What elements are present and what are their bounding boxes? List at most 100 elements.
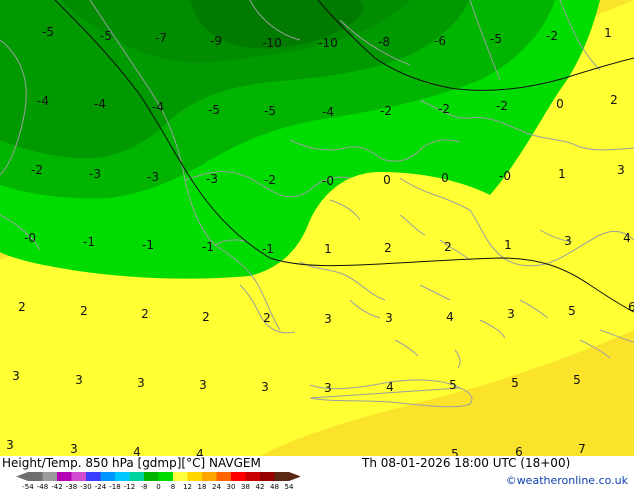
valid-time: Th 08-01-2026 18:00 UTC (18+00) <box>362 456 571 470</box>
temperature-label: 5 <box>449 378 457 392</box>
scale-swatch <box>173 472 188 481</box>
temperature-label: 4 <box>446 310 454 324</box>
scale-swatch <box>86 472 101 481</box>
temperature-label: -1 <box>262 242 274 256</box>
scale-label: 48 <box>270 483 279 490</box>
temperature-label: 3 <box>261 380 269 394</box>
temperature-label: 1 <box>504 238 512 252</box>
temperature-label: -0 <box>322 174 334 188</box>
scale-label: 42 <box>256 483 265 490</box>
scale-swatch <box>71 472 86 481</box>
temperature-label: 3 <box>199 378 207 392</box>
temperature-label: 3 <box>617 163 625 177</box>
scale-label: -42 <box>51 483 62 490</box>
scale-swatch <box>231 472 246 481</box>
temperature-label: -2 <box>264 173 276 187</box>
temperature-label: -4 <box>37 94 49 108</box>
temperature-label: -0 <box>499 169 511 183</box>
temperature-label: 3 <box>564 234 572 248</box>
temperature-label: 5 <box>511 376 519 390</box>
scale-label: -54 <box>22 483 34 490</box>
scale-swatch <box>260 472 275 481</box>
scale-swatch <box>100 472 115 481</box>
temperature-label: 4 <box>196 447 204 456</box>
temperature-label: -6 <box>434 34 446 48</box>
temperature-field-map: -5 -5 -7 -9 -10 -10 -8 -6 -5 -2 1-4 -4 -4 -5 -5 -4 -2 -2-… <box>0 0 634 456</box>
scale-label: -48 <box>37 483 48 490</box>
temperature-label: -4 <box>322 105 334 119</box>
temperature-label: 3 <box>324 381 332 395</box>
temperature-label: 3 <box>70 442 78 456</box>
scale-right-arrow <box>289 472 300 481</box>
temperature-label: -5 <box>208 103 220 117</box>
temperature-label: 1 <box>558 167 566 181</box>
temperature-label: 2 <box>444 240 452 254</box>
temperature-label: 3 <box>75 373 83 387</box>
credit-link[interactable]: ©weatheronline.co.uk <box>506 474 628 487</box>
temperature-label: 0 <box>383 173 391 187</box>
temperature-label: -5 <box>264 104 276 118</box>
temperature-label: -5 <box>100 29 112 43</box>
temperature-label: -5 <box>490 32 502 46</box>
temperature-label: 3 <box>137 376 145 390</box>
scale-label: -24 <box>95 483 107 490</box>
scale-label: 8 <box>171 483 175 490</box>
scale-swatch <box>216 472 231 481</box>
scale-swatch <box>57 472 72 481</box>
temperature-label: 1 <box>324 242 332 256</box>
temperature-label: -4 <box>152 100 164 114</box>
scale-label: 0 <box>156 483 160 490</box>
temperature-label: 2 <box>610 93 618 107</box>
temperature-label: 6 <box>628 300 634 314</box>
temperature-label: 3 <box>6 438 14 452</box>
temperature-label: 6 <box>515 445 523 456</box>
temperature-label: -3 <box>147 170 159 184</box>
scale-label: 24 <box>212 483 221 490</box>
temperature-label: 2 <box>384 241 392 255</box>
temperature-label: -2 <box>31 163 43 177</box>
temperature-label: -9 <box>210 34 222 48</box>
temperature-label: 5 <box>573 373 581 387</box>
temperature-label: 2 <box>80 304 88 318</box>
temperature-label: 7 <box>578 442 586 456</box>
map-title: Height/Temp. 850 hPa [gdmp][°C] NAVGEM <box>2 456 261 470</box>
temperature-label: 0 <box>441 171 449 185</box>
temperature-label: 3 <box>507 307 515 321</box>
scale-swatch <box>202 472 217 481</box>
temperature-label: -2 <box>438 102 450 116</box>
temperature-label: -8 <box>378 35 390 49</box>
scale-swatch <box>28 472 43 481</box>
scale-label: 30 <box>227 483 236 490</box>
temperature-label: -2 <box>380 104 392 118</box>
scale-label: -38 <box>66 483 77 490</box>
temperature-label: -10 <box>318 36 338 50</box>
scale-swatch <box>274 472 289 481</box>
temperature-label: -1 <box>202 240 214 254</box>
scale-label: 18 <box>198 483 207 490</box>
scale-swatch <box>129 472 144 481</box>
temperature-label: 4 <box>623 231 631 245</box>
temperature-label: -1 <box>83 235 95 249</box>
temperature-label: 0 <box>556 97 564 111</box>
temperature-label: 2 <box>263 311 271 325</box>
scale-swatch <box>144 472 159 481</box>
temperature-label: 2 <box>18 300 26 314</box>
scale-swatch <box>187 472 202 481</box>
temperature-label: 4 <box>386 380 394 394</box>
temperature-label: 2 <box>202 310 210 324</box>
scale-swatch <box>115 472 130 481</box>
temperature-label: 3 <box>324 312 332 326</box>
scale-label: 12 <box>183 483 192 490</box>
temperature-label: 5 <box>451 447 459 456</box>
scale-label: -12 <box>124 483 135 490</box>
scale-swatch <box>158 472 173 481</box>
scale-swatch <box>42 472 57 481</box>
temperature-label: -10 <box>262 36 282 50</box>
temperature-label: -4 <box>94 97 106 111</box>
temperature-label: 4 <box>133 445 141 456</box>
scale-swatch <box>245 472 260 481</box>
map-footer: Height/Temp. 850 hPa [gdmp][°C] NAVGEM T… <box>0 456 634 490</box>
scale-label: 54 <box>285 483 294 490</box>
temperature-label: -0 <box>24 231 36 245</box>
temperature-label: -7 <box>155 31 167 45</box>
